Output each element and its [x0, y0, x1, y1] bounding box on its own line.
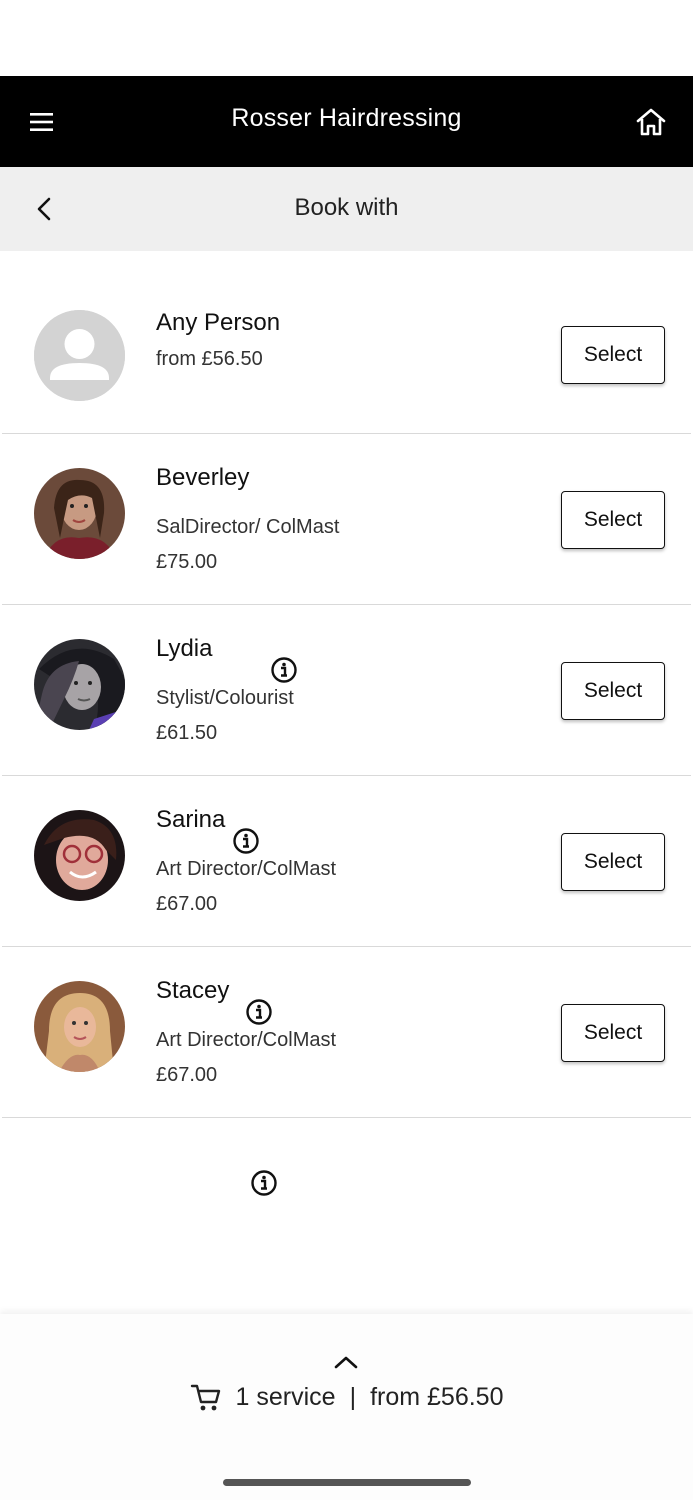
- staff-list: Any Person from £56.50 Select Beverley S…: [0, 251, 693, 1196]
- staff-role: Art Director/ColMast: [156, 858, 337, 880]
- staff-name: Stacey: [156, 977, 230, 1004]
- cart-separator: |: [349, 1382, 357, 1411]
- staff-name: Beverley: [156, 464, 250, 491]
- shopping-cart-icon: [190, 1382, 222, 1412]
- avatar-photo: [34, 981, 125, 1072]
- chevron-up-icon[interactable]: [330, 1350, 362, 1374]
- cart-total: from £56.50: [370, 1382, 504, 1411]
- select-button[interactable]: Select: [561, 1004, 665, 1062]
- select-button[interactable]: Select: [561, 662, 665, 720]
- avatar-placeholder-icon: [34, 310, 125, 401]
- staff-row-any-person[interactable]: Any Person from £56.50 Select: [2, 251, 691, 434]
- staff-name: Any Person: [156, 309, 281, 336]
- staff-price: £75.00: [156, 551, 218, 573]
- status-bar-area: [0, 0, 693, 76]
- staff-name: Lydia: [156, 635, 213, 662]
- staff-price: £67.00: [156, 1064, 218, 1086]
- staff-row-stacey[interactable]: Stacey Art Director/ColMast £67.00 Selec…: [2, 947, 691, 1196]
- staff-price: £67.00: [156, 893, 218, 915]
- staff-price: £61.50: [156, 722, 218, 744]
- avatar-photo: [34, 639, 125, 730]
- page-subheader: Book with: [0, 167, 693, 251]
- staff-price: from £56.50: [156, 348, 263, 370]
- cart-summary[interactable]: 1 service | from £56.50: [0, 1382, 693, 1412]
- avatar-photo: [34, 810, 125, 901]
- select-button[interactable]: Select: [561, 491, 665, 549]
- info-icon[interactable]: [250, 1169, 278, 1197]
- staff-role: Stylist/Colourist: [156, 687, 294, 709]
- app-title: Rosser Hairdressing: [231, 104, 462, 132]
- staff-role: SalDirector/ ColMast: [156, 516, 340, 538]
- select-button[interactable]: Select: [561, 833, 665, 891]
- select-button[interactable]: Select: [561, 326, 665, 384]
- staff-role: Art Director/ColMast: [156, 1029, 337, 1051]
- staff-row-beverley[interactable]: Beverley SalDirector/ ColMast £75.00 Sel…: [2, 434, 691, 683]
- staff-row-lydia[interactable]: Lydia Stylist/Colourist £61.50 Select: [2, 605, 691, 854]
- cart-service-count: 1 service: [235, 1382, 336, 1411]
- page-title: Book with: [294, 194, 399, 221]
- app-header: Rosser Hairdressing: [0, 76, 693, 167]
- avatar-photo: [34, 468, 125, 559]
- home-icon[interactable]: [631, 102, 671, 142]
- cart-bottom-bar: 1 service | from £56.50: [0, 1314, 693, 1500]
- home-indicator-bar[interactable]: [223, 1479, 471, 1486]
- staff-name: Sarina: [156, 806, 226, 833]
- staff-row-sarina[interactable]: Sarina Art Director/ColMast £67.00 Selec…: [2, 776, 691, 1025]
